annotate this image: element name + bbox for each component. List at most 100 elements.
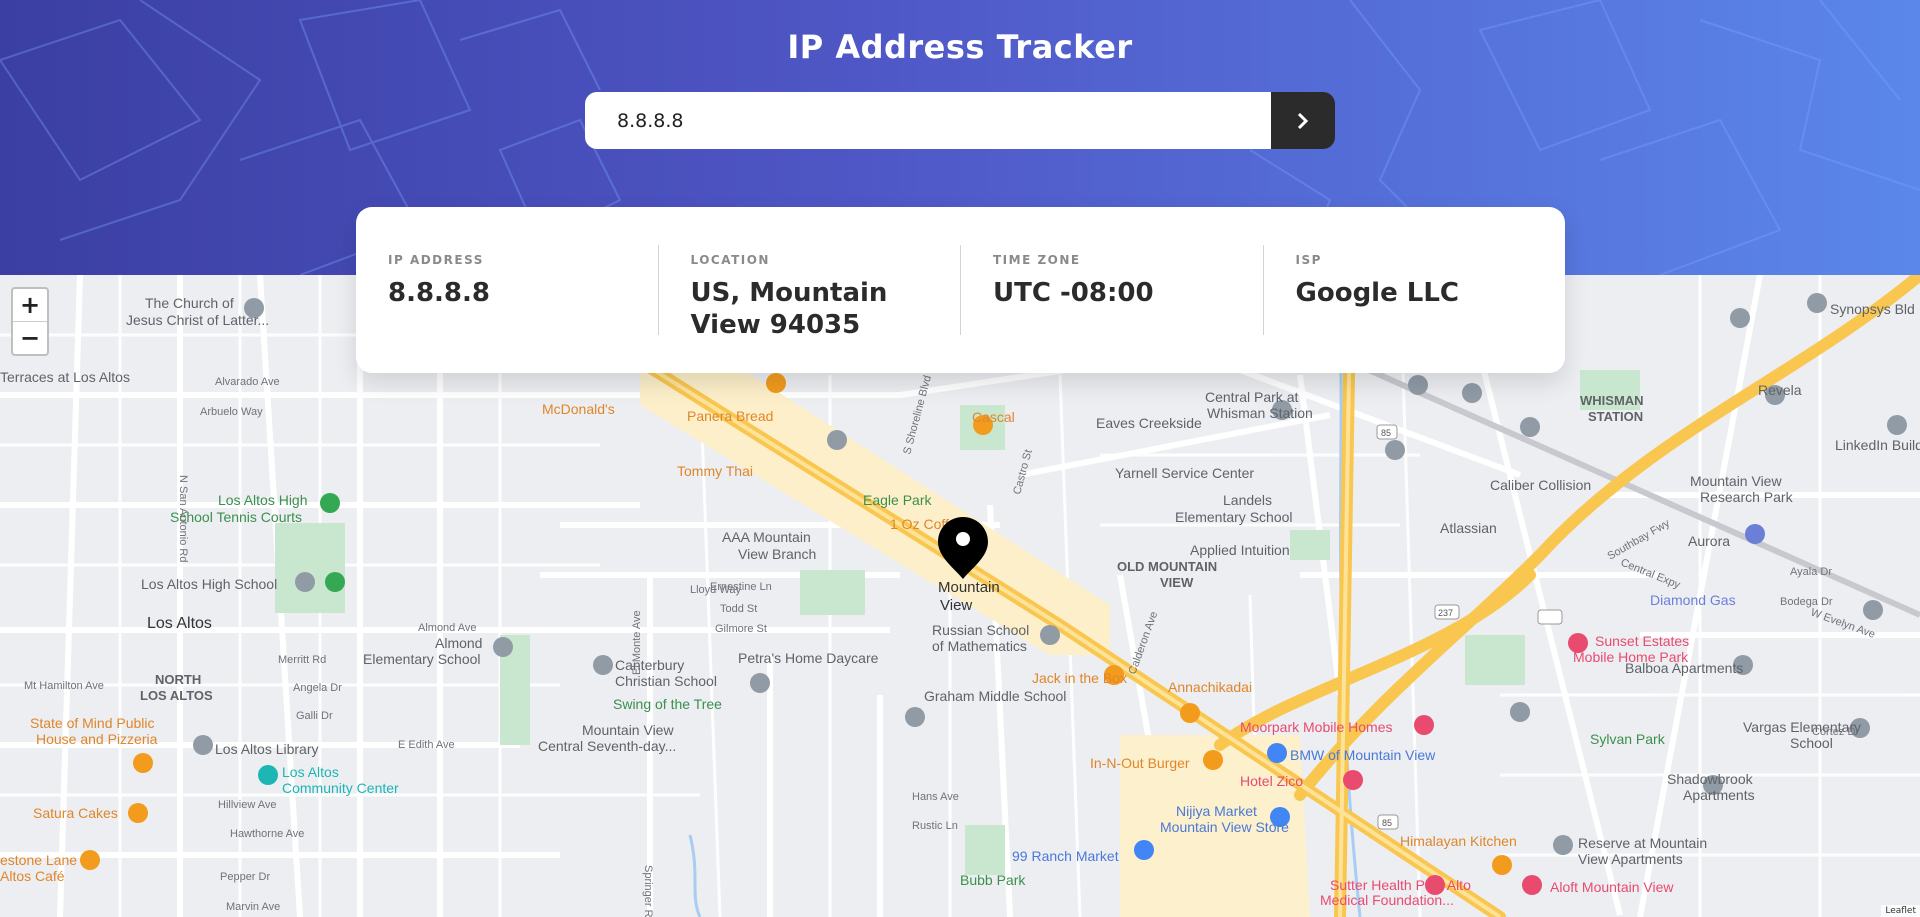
svg-text:Annachikadai: Annachikadai: [1168, 679, 1252, 695]
svg-text:Elementary School: Elementary School: [363, 651, 481, 667]
timezone-value: UTC -08:00: [993, 278, 1154, 308]
svg-text:Arbuelo Way: Arbuelo Way: [200, 406, 263, 418]
svg-text:Mt Hamilton Ave: Mt Hamilton Ave: [24, 680, 104, 692]
svg-text:Hotel Zico: Hotel Zico: [1240, 773, 1303, 789]
svg-text:Marvin Ave: Marvin Ave: [226, 901, 280, 913]
svg-text:estone Lane: estone Lane: [0, 852, 77, 868]
svg-text:Bodega Dr: Bodega Dr: [1780, 596, 1833, 608]
svg-text:BMW of Mountain View: BMW of Mountain View: [1290, 747, 1436, 763]
zoom-controls: + −: [11, 287, 49, 356]
svg-text:LinkedIn Building 1: LinkedIn Building 1: [1835, 437, 1920, 453]
svg-text:Mountain: Mountain: [938, 579, 1000, 596]
svg-text:Reserve at Mountain: Reserve at Mountain: [1578, 835, 1707, 851]
svg-text:Elementary School: Elementary School: [1175, 509, 1293, 525]
svg-text:Balboa Apartments: Balboa Apartments: [1625, 660, 1743, 676]
svg-text:of Mathematics: of Mathematics: [932, 638, 1027, 654]
svg-text:99 Ranch Market: 99 Ranch Market: [1012, 848, 1119, 864]
isp-section: ISP Google LLC: [1262, 245, 1566, 335]
ip-search-input[interactable]: [585, 92, 1271, 149]
svg-text:Los Altos High: Los Altos High: [218, 492, 308, 508]
svg-text:Community Center: Community Center: [282, 780, 399, 796]
svg-text:House and Pizzeria: House and Pizzeria: [36, 731, 158, 747]
svg-text:Ernestine Ln: Ernestine Ln: [710, 581, 772, 593]
zoom-out-button[interactable]: −: [13, 322, 47, 354]
svg-text:E Edith Ave: E Edith Ave: [398, 739, 455, 751]
svg-text:Apartments: Apartments: [1683, 787, 1755, 803]
svg-text:Angela Dr: Angela Dr: [293, 682, 342, 694]
svg-text:Sutter Health Palo Alto: Sutter Health Palo Alto: [1330, 877, 1471, 893]
chevron-right-icon: [1297, 112, 1309, 129]
search-bar: [585, 92, 1335, 149]
svg-text:Springer Rd: Springer Rd: [642, 865, 654, 917]
location-value: US, Mountain View 94035: [690, 278, 888, 340]
svg-text:Jack in the Box: Jack in the Box: [1032, 670, 1127, 686]
svg-text:Jesus Christ of Latter...: Jesus Christ of Latter...: [126, 312, 269, 328]
svg-text:Cortez Dr: Cortez Dr: [1812, 726, 1859, 738]
svg-text:NORTH: NORTH: [155, 672, 201, 687]
svg-text:Los Altos Library: Los Altos Library: [215, 741, 319, 757]
map-label-terraces: Terraces at Los Altos: [0, 369, 130, 385]
map-attribution[interactable]: Leaflet: [1881, 905, 1920, 917]
svg-text:Synopsys Bld: Synopsys Bld: [1830, 301, 1915, 317]
svg-text:Aloft Mountain View: Aloft Mountain View: [1550, 879, 1674, 895]
svg-text:Sylvan Park: Sylvan Park: [1590, 731, 1666, 747]
svg-text:Alvarado Ave: Alvarado Ave: [215, 376, 280, 388]
svg-text:Graham Middle School: Graham Middle School: [924, 688, 1066, 704]
svg-text:Canterbury: Canterbury: [615, 657, 684, 673]
svg-text:237: 237: [1438, 608, 1453, 618]
svg-text:Applied Intuition: Applied Intuition: [1190, 542, 1290, 558]
svg-text:Central Seventh-day...: Central Seventh-day...: [538, 738, 676, 754]
location-label: LOCATION: [690, 253, 770, 267]
search-submit-button[interactable]: [1271, 92, 1335, 149]
zoom-in-button[interactable]: +: [13, 289, 47, 322]
svg-text:Almond: Almond: [435, 635, 482, 651]
svg-text:El Monte Ave: El Monte Ave: [631, 610, 643, 675]
page-title: IP Address Tracker: [787, 28, 1133, 66]
svg-text:Mountain View: Mountain View: [582, 722, 674, 738]
location-section: LOCATION US, Mountain View 94035: [657, 245, 961, 340]
timezone-section: TIME ZONE UTC -08:00: [960, 245, 1263, 335]
svg-text:Whisman Station: Whisman Station: [1207, 405, 1313, 421]
timezone-label: TIME ZONE: [993, 253, 1081, 267]
svg-text:Rustic Ln: Rustic Ln: [912, 820, 958, 832]
svg-text:Galli Dr: Galli Dr: [296, 710, 333, 722]
svg-text:State of Mind Public: State of Mind Public: [30, 715, 155, 731]
svg-text:Moorpark Mobile Homes: Moorpark Mobile Homes: [1240, 719, 1393, 735]
svg-text:Eaves Creekside: Eaves Creekside: [1096, 415, 1202, 431]
svg-text:VIEW: VIEW: [1160, 575, 1194, 590]
svg-text:Cascal: Cascal: [972, 409, 1015, 425]
svg-text:Bubb Park: Bubb Park: [960, 872, 1026, 888]
svg-text:View Apartments: View Apartments: [1578, 851, 1683, 867]
svg-text:Central Park at: Central Park at: [1205, 389, 1298, 405]
svg-text:Mountain View: Mountain View: [1690, 473, 1782, 489]
svg-text:Satura Cakes: Satura Cakes: [33, 805, 118, 821]
svg-text:Los Altos High School: Los Altos High School: [141, 576, 277, 592]
svg-text:LOS ALTOS: LOS ALTOS: [140, 688, 213, 703]
svg-text:Los Altos: Los Altos: [147, 615, 212, 632]
svg-text:Ayala Dr: Ayala Dr: [1790, 566, 1832, 578]
ip-address-label: IP ADDRESS: [388, 253, 484, 267]
svg-text:Hawthorne Ave: Hawthorne Ave: [230, 828, 304, 840]
svg-text:Atlassian: Atlassian: [1440, 520, 1497, 536]
svg-text:Diamond Gas: Diamond Gas: [1650, 592, 1736, 608]
ip-address-value: 8.8.8.8: [388, 278, 490, 308]
svg-text:Medical Foundation...: Medical Foundation...: [1320, 892, 1454, 908]
svg-text:McDonald's: McDonald's: [542, 401, 615, 417]
svg-text:AAA Mountain: AAA Mountain: [722, 529, 811, 545]
svg-text:Altos Café: Altos Café: [0, 868, 65, 884]
svg-text:N San Antonio Rd: N San Antonio Rd: [177, 475, 189, 562]
svg-text:Caliber Collision: Caliber Collision: [1490, 477, 1591, 493]
svg-text:Panera Bread: Panera Bread: [687, 408, 773, 424]
svg-text:STATION: STATION: [1588, 409, 1643, 424]
svg-text:Los Altos: Los Altos: [282, 764, 339, 780]
svg-text:Aurora: Aurora: [1688, 533, 1730, 549]
svg-text:Research Park: Research Park: [1700, 489, 1794, 505]
svg-text:Himalayan Kitchen: Himalayan Kitchen: [1400, 833, 1517, 849]
svg-text:View Branch: View Branch: [738, 546, 816, 562]
isp-value: Google LLC: [1295, 278, 1460, 308]
svg-text:Mountain View Store: Mountain View Store: [1160, 819, 1289, 835]
svg-text:Merritt Rd: Merritt Rd: [278, 654, 326, 666]
svg-text:Eagle Park: Eagle Park: [863, 492, 932, 508]
svg-text:Petra's Home Daycare: Petra's Home Daycare: [738, 650, 879, 666]
svg-text:85: 85: [1381, 428, 1391, 438]
